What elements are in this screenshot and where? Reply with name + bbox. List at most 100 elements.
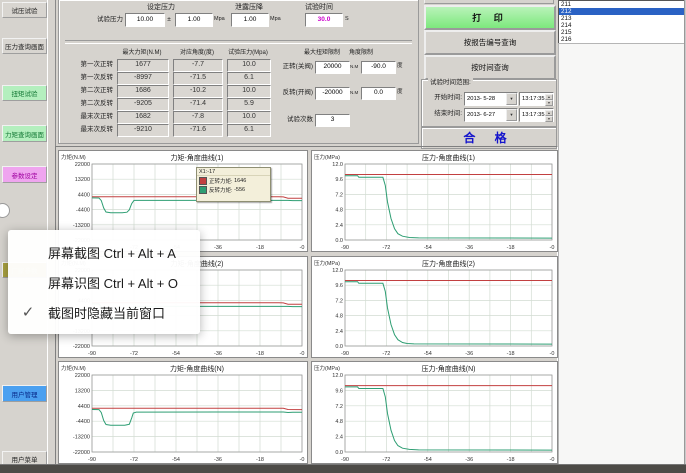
query-by-report-button[interactable]: 按报告编号查询 <box>424 30 556 55</box>
result-pressure-value: 5.9 <box>227 98 271 111</box>
svg-text:-36: -36 <box>465 245 473 251</box>
print-button[interactable]: 打 印 <box>424 5 556 30</box>
start-time-spinner[interactable]: 13:17:35 ▲▼ <box>519 92 554 106</box>
svg-text:22000: 22000 <box>75 162 90 168</box>
start-date-value: 2013- 5-28 <box>465 96 506 102</box>
result-pressure-value: 6.1 <box>227 124 271 137</box>
svg-text:4400: 4400 <box>78 404 90 410</box>
context-menu-item-label: 截图时隐藏当前窗口 <box>48 303 165 322</box>
report-list-item[interactable]: 213 <box>559 15 684 22</box>
chart-2: 12.09.67.24.82.40.0-90-72-54-36-18-0压力(M… <box>311 150 558 252</box>
test-pressure-label: 试验压力 <box>83 13 123 26</box>
end-date-combo[interactable]: 2013- 6-27 ▼ <box>464 108 518 122</box>
svg-text:13200: 13200 <box>75 388 90 394</box>
spinner-arrows[interactable]: ▲▼ <box>545 110 553 120</box>
svg-text:4.8: 4.8 <box>335 314 343 320</box>
svg-text:-36: -36 <box>214 245 222 251</box>
svg-text:-36: -36 <box>465 457 473 463</box>
report-list-blank-area <box>558 43 685 465</box>
svg-text:-18: -18 <box>256 457 264 463</box>
forward-torque-limit-input[interactable]: 20000 <box>315 61 350 74</box>
svg-text:2.4: 2.4 <box>335 435 343 441</box>
chart-4: 12.09.67.24.82.40.0-90-72-54-36-18-0压力(M… <box>311 256 558 358</box>
svg-text:-18: -18 <box>507 351 515 357</box>
svg-text:-72: -72 <box>382 457 390 463</box>
reverse-angle-limit-input[interactable]: 0.0 <box>361 87 396 100</box>
svg-text:13200: 13200 <box>75 177 90 183</box>
context-menu-item[interactable]: 屏幕截图 Ctrl + Alt + A <box>8 237 200 267</box>
set-pressure-header: 设定压力 <box>131 2 191 12</box>
end-time-spinner[interactable]: 13:17:35 ▲▼ <box>519 108 554 122</box>
svg-text:-18: -18 <box>507 457 515 463</box>
svg-text:-72: -72 <box>382 245 390 251</box>
forward-close-label: 正转(关阀) <box>273 61 313 72</box>
settings-separator <box>65 40 412 44</box>
chevron-down-icon[interactable]: ▼ <box>506 93 517 105</box>
test-count-label: 试验次数 <box>273 114 313 125</box>
spin-down-icon[interactable]: ▼ <box>545 100 553 106</box>
context-menu-item[interactable]: 屏幕识图 Ctrl + Alt + O <box>8 267 200 297</box>
sidebar-item-4[interactable]: 力矩查询画面 <box>2 125 47 142</box>
svg-text:9.6: 9.6 <box>335 283 343 289</box>
plus-minus-label: ± <box>165 13 173 26</box>
tooltip-title: X1:-17 <box>197 168 270 176</box>
sidebar-item-5[interactable]: 参数设定 <box>2 166 47 183</box>
report-number-list[interactable]: 211212213214215216 <box>558 0 685 44</box>
spin-down-icon[interactable]: ▼ <box>545 116 553 122</box>
leak-drop-header: 泄露压降 <box>219 2 279 12</box>
svg-text:-0: -0 <box>300 457 305 463</box>
test-pressure-input[interactable]: 10.00 <box>125 13 165 27</box>
chart-ylabel: 力矩(N.M) <box>61 153 86 161</box>
bottom-bar <box>0 464 686 473</box>
svg-text:12.0: 12.0 <box>332 268 343 274</box>
angle-limit-header: 角度限制 <box>340 47 382 56</box>
reverse-torque-swatch-icon <box>199 186 207 194</box>
test-time-input[interactable]: 30.0 <box>305 13 343 27</box>
svg-text:4.8: 4.8 <box>335 208 343 214</box>
svg-text:-13200: -13200 <box>73 435 90 441</box>
leak-drop-input[interactable]: 1.00 <box>231 13 269 27</box>
result-torque-value: 1686 <box>117 85 169 98</box>
result-angle-value: -7.7 <box>173 59 223 72</box>
mpa-unit-2: Mpa <box>270 13 281 26</box>
seconds-unit: S <box>345 13 349 26</box>
report-list-item[interactable]: 215 <box>559 29 684 36</box>
report-list-item[interactable]: 216 <box>559 36 684 43</box>
svg-text:7.2: 7.2 <box>335 404 343 410</box>
start-date-combo[interactable]: 2013- 5-28 ▼ <box>464 92 518 106</box>
svg-text:4400: 4400 <box>78 192 90 198</box>
result-row-label: 第二次反转 <box>59 98 113 109</box>
chart-title: 力矩-角度曲线(1) <box>171 153 224 162</box>
forward-angle-limit-input[interactable]: -90.0 <box>361 61 396 74</box>
end-time-label: 结束时间: <box>424 108 462 120</box>
reverse-torque-name: 反转力矩: <box>209 186 233 194</box>
svg-text:2.4: 2.4 <box>335 329 343 335</box>
result-row-label: 第一次反转 <box>59 72 113 83</box>
report-list-item[interactable]: 212 <box>559 8 684 15</box>
cut-off-button[interactable] <box>424 0 554 4</box>
app-window: 试压试验压力查询画面扭矩试验力矩查询画面参数设定厂家参数用户管理用户菜单 设定压… <box>0 0 686 473</box>
end-date-value: 2013- 6-27 <box>465 112 506 118</box>
context-menu-item[interactable]: ✓截图时隐藏当前窗口 <box>8 297 200 327</box>
svg-text:0.0: 0.0 <box>335 344 343 350</box>
result-angle-value: -71.6 <box>173 124 223 137</box>
sidebar-item-3[interactable]: 扭矩试验 <box>2 85 47 101</box>
spinner-arrows[interactable]: ▲▼ <box>545 94 553 104</box>
svg-text:9.6: 9.6 <box>335 177 343 183</box>
sidebar-item-1[interactable]: 试压试验 <box>2 2 47 18</box>
sidebar-item-7[interactable]: 用户管理 <box>2 385 47 402</box>
reverse-open-label: 反转(开阀) <box>273 87 313 98</box>
forward-torque-name: 正转力矩: <box>209 177 233 185</box>
reverse-torque-limit-input[interactable]: -20000 <box>315 87 350 100</box>
end-time-value: 13:17:35 <box>520 112 545 118</box>
report-list-item[interactable]: 211 <box>559 1 684 8</box>
forward-torque-value: 1646 <box>234 178 246 184</box>
svg-text:-18: -18 <box>256 245 264 251</box>
svg-text:-0: -0 <box>300 245 305 251</box>
sidebar-item-2[interactable]: 压力查询画面 <box>2 38 47 54</box>
report-list-item[interactable]: 214 <box>559 22 684 29</box>
chart-5: 22000132004400-4400-13200-22000-90-72-54… <box>58 361 308 464</box>
tolerance-input[interactable]: 1.00 <box>175 13 213 27</box>
test-count-input[interactable]: 3 <box>315 114 350 127</box>
chevron-down-icon[interactable]: ▼ <box>506 109 517 121</box>
